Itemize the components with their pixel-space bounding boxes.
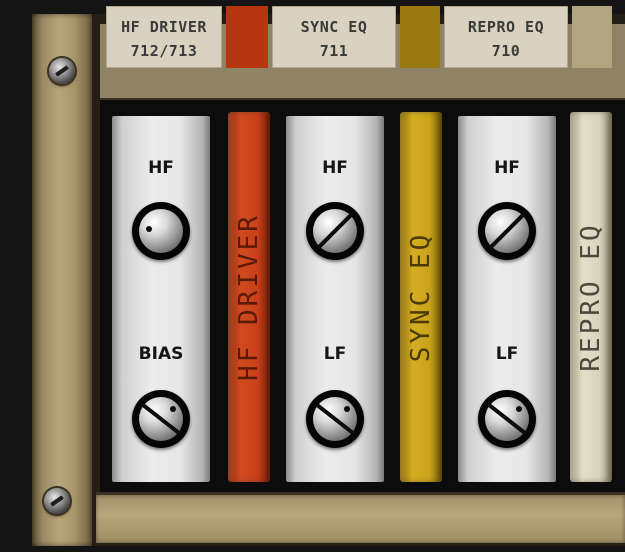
knob-label-bias: BIAS: [138, 344, 184, 364]
repro-eq-color-swatch: [572, 6, 612, 68]
sync-eq-hf-knob[interactable]: [306, 202, 364, 260]
label-model: 712/713: [130, 42, 198, 60]
bottom-rail: [96, 492, 625, 543]
label-model: 710: [491, 42, 521, 60]
label-repro-eq: REPRO EQ 710: [444, 6, 568, 68]
sync-eq-module: HF LF: [286, 116, 384, 482]
rack-ear: [32, 14, 94, 546]
knob-label-lf: LF: [323, 344, 347, 364]
strip-label: SYNC EQ: [406, 231, 436, 363]
knob-label-lf: LF: [495, 344, 519, 364]
knob-label-hf: HF: [494, 158, 520, 178]
hf-driver-bias-knob[interactable]: [132, 390, 190, 448]
sync-eq-strip: SYNC EQ: [400, 112, 442, 482]
screw-icon: [44, 488, 70, 514]
repro-eq-module: HF LF: [458, 116, 556, 482]
label-model: 711: [319, 42, 349, 60]
repro-eq-hf-knob[interactable]: [478, 202, 536, 260]
hf-driver-hf-knob[interactable]: [132, 202, 190, 260]
sync-eq-lf-knob[interactable]: [306, 390, 364, 448]
repro-eq-strip: REPRO EQ: [570, 112, 612, 482]
sync-eq-color-swatch: [400, 6, 440, 68]
screw-icon: [49, 58, 75, 84]
repro-eq-lf-knob[interactable]: [478, 390, 536, 448]
hf-driver-strip: HF DRIVER: [228, 112, 270, 482]
label-title: SYNC EQ: [300, 18, 368, 36]
label-title: HF DRIVER: [121, 18, 207, 36]
label-sync-eq: SYNC EQ 711: [272, 6, 396, 68]
knob-label-hf: HF: [148, 158, 174, 178]
strip-label: REPRO EQ: [576, 222, 606, 372]
strip-label: HF DRIVER: [234, 213, 264, 381]
hf-driver-module: HF BIAS: [112, 116, 210, 482]
hf-driver-color-swatch: [226, 6, 268, 68]
knob-label-hf: HF: [322, 158, 348, 178]
label-title: REPRO EQ: [467, 18, 545, 36]
label-hf-driver: HF DRIVER 712/713: [106, 6, 222, 68]
